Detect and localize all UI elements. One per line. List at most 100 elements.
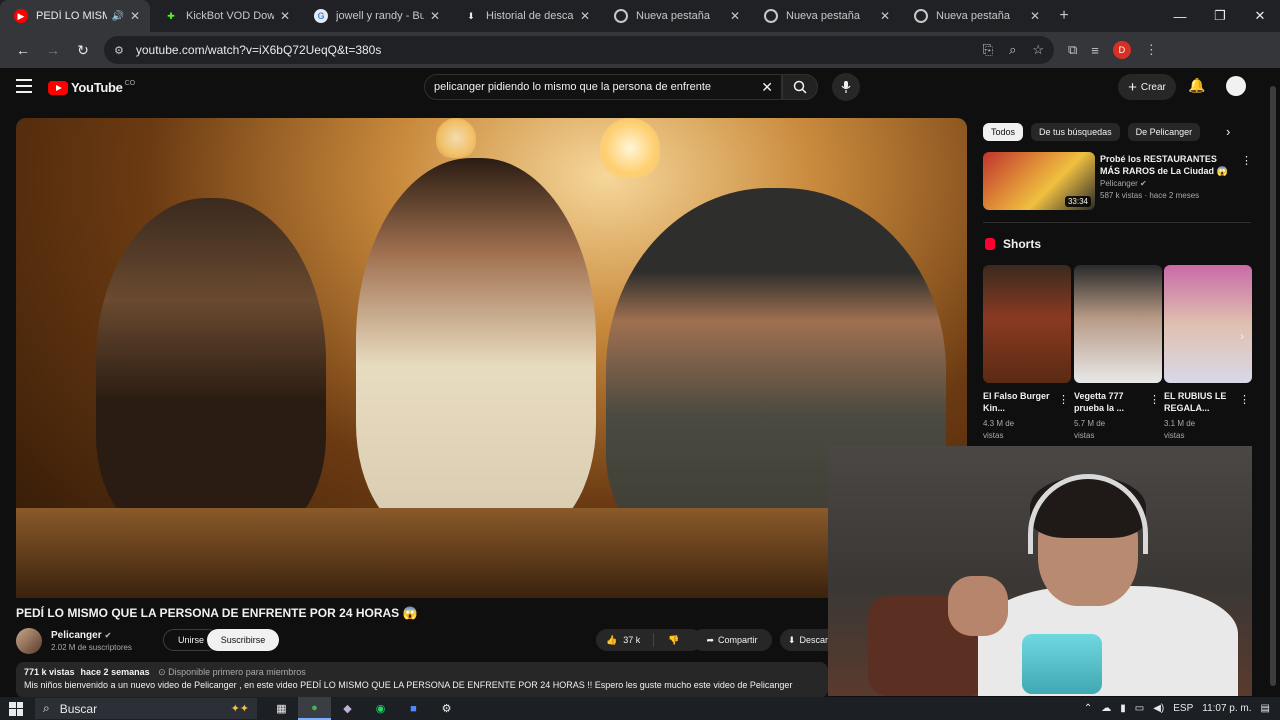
short-title[interactable]: EL RUBIUS LE REGALA... bbox=[1164, 390, 1240, 414]
create-button[interactable]: + Crear bbox=[1118, 74, 1176, 100]
notification-center-icon[interactable]: ▤ bbox=[1261, 703, 1270, 714]
media-control-icon[interactable]: ≡ bbox=[1091, 43, 1099, 58]
more-options-icon[interactable]: ⋮ bbox=[1239, 393, 1250, 406]
site-info-icon[interactable]: ⚙ bbox=[114, 44, 124, 57]
bookmark-star-icon[interactable]: ☆ bbox=[1032, 42, 1044, 58]
scrollbar-thumb[interactable] bbox=[1270, 86, 1276, 686]
browser-tab[interactable]: Nueva pestaña ✕ bbox=[750, 0, 900, 32]
chrome-taskbar-icon[interactable]: ● bbox=[298, 697, 331, 720]
volume-icon[interactable]: ◀) bbox=[1153, 703, 1164, 714]
close-tab-icon[interactable]: ✕ bbox=[580, 9, 590, 23]
game-app-icon[interactable]: ◆ bbox=[331, 697, 364, 720]
back-icon[interactable]: ← bbox=[8, 35, 38, 65]
kickbot-icon: ✚ bbox=[167, 10, 175, 21]
recommended-thumbnail[interactable]: 33:34 bbox=[983, 152, 1095, 210]
more-options-icon[interactable]: ⋮ bbox=[1149, 393, 1160, 406]
new-tab-button[interactable]: + bbox=[1050, 0, 1078, 32]
browser-tab[interactable]: G jowell y randy - Bu ✕ bbox=[300, 0, 450, 32]
close-tab-icon[interactable]: ✕ bbox=[430, 9, 440, 23]
notifications-bell-icon[interactable]: 🔔 bbox=[1188, 77, 1205, 94]
more-options-icon[interactable]: ⋮ bbox=[1241, 154, 1252, 167]
channel-name[interactable]: Pelicanger ✔ bbox=[51, 630, 111, 641]
browser-tab[interactable]: Nueva pestaña ✕ bbox=[900, 0, 1050, 32]
search-button[interactable] bbox=[782, 74, 818, 100]
close-tab-icon[interactable]: ✕ bbox=[1030, 9, 1040, 23]
restore-icon[interactable]: ❐ bbox=[1200, 0, 1240, 32]
speaker-icon[interactable]: 🔊 bbox=[111, 11, 123, 22]
channel-name-text[interactable]: Pelicanger bbox=[51, 630, 102, 641]
browser-menu-icon[interactable]: ⋮ bbox=[1145, 42, 1158, 58]
video-player[interactable] bbox=[16, 118, 967, 598]
close-tab-icon[interactable]: ✕ bbox=[880, 9, 890, 23]
download-icon: ⬇ bbox=[467, 10, 475, 21]
minimize-icon[interactable]: — bbox=[1160, 0, 1200, 32]
network-icon[interactable]: ▭ bbox=[1135, 703, 1144, 714]
account-avatar[interactable] bbox=[1226, 76, 1246, 96]
short-thumbnail[interactable] bbox=[1074, 265, 1162, 383]
chevron-right-icon[interactable]: › bbox=[1240, 329, 1244, 343]
app-f-icon[interactable]: ■ bbox=[397, 697, 430, 720]
hamburger-menu-icon[interactable] bbox=[16, 79, 32, 93]
recommended-video[interactable]: 33:34 Probé los RESTAURANTES MÁS RAROS d… bbox=[983, 152, 1253, 210]
tray-overflow-icon[interactable]: ⌃ bbox=[1084, 703, 1092, 714]
taskbar-search[interactable]: ⌕ Buscar ✦✦ bbox=[35, 698, 257, 719]
task-view-icon[interactable]: ▦ bbox=[265, 697, 298, 720]
chip-todos[interactable]: Todos bbox=[983, 123, 1024, 141]
shorts-title: Shorts bbox=[1003, 237, 1042, 251]
chip-de-pelicanger[interactable]: De Pelicanger bbox=[1127, 123, 1201, 141]
extensions-icon[interactable]: ⧉ bbox=[1068, 42, 1077, 58]
reload-icon[interactable]: ↻ bbox=[68, 35, 98, 65]
voice-search-button[interactable] bbox=[832, 73, 860, 101]
youtube-logo[interactable]: YouTube CO bbox=[48, 80, 135, 95]
chip-de-tus-busquedas[interactable]: De tus búsquedas bbox=[1031, 123, 1120, 141]
short-title[interactable]: El Falso Burger Kin... bbox=[983, 390, 1059, 414]
close-tab-icon[interactable]: ✕ bbox=[280, 9, 290, 23]
chevron-right-icon[interactable]: › bbox=[1226, 124, 1230, 139]
browser-tab[interactable]: Nueva pestaña ✕ bbox=[600, 0, 750, 32]
channel-avatar[interactable] bbox=[16, 628, 42, 654]
browser-tab[interactable]: ⬇ Historial de desca ✕ bbox=[450, 0, 600, 32]
short-title[interactable]: Vegetta 777 prueba la ... bbox=[1074, 390, 1150, 414]
subscriber-count: 2.02 M de suscriptores bbox=[51, 643, 132, 652]
short-item[interactable]: EL RUBIUS LE REGALA... 3.1 M de vistas ⋮ bbox=[1164, 265, 1252, 442]
short-thumbnail[interactable] bbox=[983, 265, 1071, 383]
browser-tab[interactable]: ✚ KickBot VOD Dow ✕ bbox=[150, 0, 300, 32]
share-button[interactable]: ➦ Compartir bbox=[692, 629, 772, 651]
recommended-title[interactable]: Probé los RESTAURANTES MÁS RAROS de La C… bbox=[1100, 153, 1236, 177]
cloud-icon[interactable]: ☁ bbox=[1101, 703, 1111, 714]
short-item[interactable]: El Falso Burger Kin... 4.3 M de vistas ⋮ bbox=[983, 265, 1071, 442]
address-bar[interactable]: ⚙ youtube.com/watch?v=iX6bQ72UeqQ&t=380s… bbox=[104, 36, 1054, 64]
mic-tray-icon[interactable]: ▮ bbox=[1120, 703, 1126, 714]
lamp-light bbox=[436, 118, 476, 158]
close-tab-icon[interactable]: ✕ bbox=[730, 9, 740, 23]
settings-icon[interactable]: ⚙ bbox=[430, 697, 463, 720]
forward-icon[interactable]: → bbox=[38, 35, 68, 65]
browser-tab[interactable]: ▶ PEDÍ LO MISMO 🔊 ✕ bbox=[0, 0, 150, 32]
search-input[interactable]: pelicanger pidiendo lo mismo que la pers… bbox=[424, 74, 782, 100]
url-text[interactable]: youtube.com/watch?v=iX6bQ72UeqQ&t=380s bbox=[136, 43, 967, 57]
search-highlight-icon: ✦✦ bbox=[230, 703, 249, 715]
dislike-button[interactable]: 👎 bbox=[654, 635, 679, 646]
search-query[interactable]: pelicanger pidiendo lo mismo que la pers… bbox=[434, 81, 711, 93]
clear-search-icon[interactable]: ✕ bbox=[761, 79, 773, 96]
close-window-icon[interactable]: ✕ bbox=[1240, 0, 1280, 32]
profile-avatar[interactable]: D bbox=[1112, 41, 1131, 59]
clock[interactable]: 11:07 p. m. bbox=[1202, 703, 1251, 714]
description-box[interactable]: 771 k vistas hace 2 semanas ⊙ Disponible … bbox=[16, 662, 828, 698]
description-text: Mis niños bienvenido a un nuevo video de… bbox=[24, 680, 793, 690]
more-options-icon[interactable]: ⋮ bbox=[1058, 393, 1069, 406]
page-scrollbar[interactable] bbox=[1270, 80, 1276, 692]
subscribe-button[interactable]: Suscribirse bbox=[207, 629, 279, 651]
zoom-icon[interactable]: ⌕ bbox=[1009, 42, 1016, 58]
short-thumbnail[interactable] bbox=[1164, 265, 1252, 383]
short-views: 3.1 M de vistas bbox=[1164, 419, 1196, 440]
tab-label: PEDÍ LO MISMO bbox=[36, 10, 108, 22]
whatsapp-icon[interactable]: ◉ bbox=[364, 697, 397, 720]
close-tab-icon[interactable]: ✕ bbox=[130, 9, 140, 23]
thumbs-up-icon: 👍 bbox=[606, 634, 618, 645]
install-app-icon[interactable]: ⎘ bbox=[983, 42, 993, 58]
language-indicator[interactable]: ESP bbox=[1173, 703, 1193, 714]
like-button[interactable]: 👍 37 k bbox=[596, 633, 654, 647]
short-item[interactable]: Vegetta 777 prueba la ... 5.7 M de vista… bbox=[1074, 265, 1162, 442]
windows-start-icon[interactable] bbox=[9, 701, 23, 716]
